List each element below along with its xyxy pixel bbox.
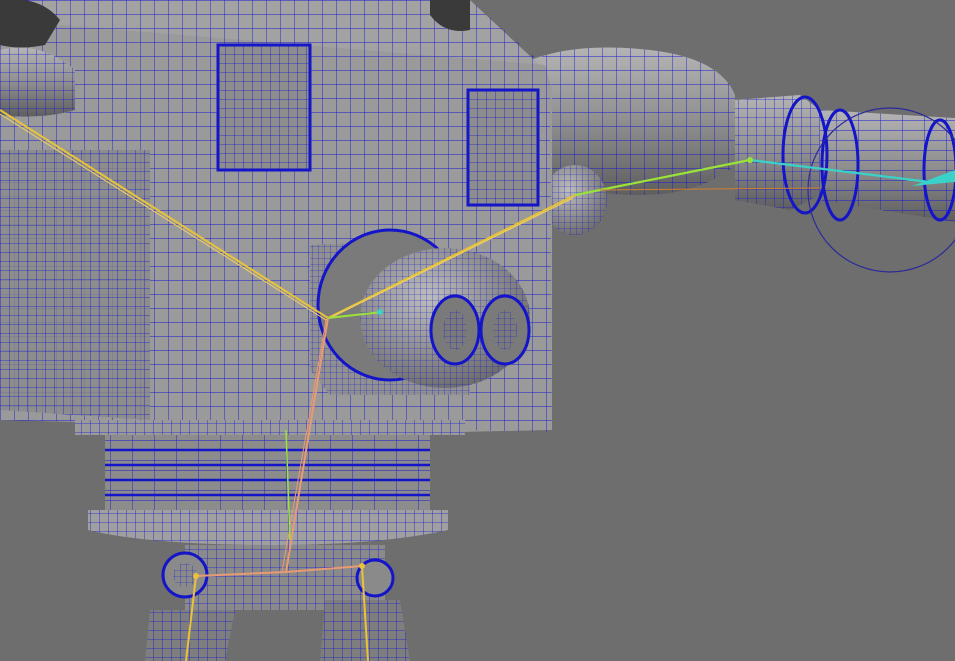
- shoulder-joint-mesh[interactable]: [543, 165, 607, 235]
- 3d-viewport[interactable]: [0, 0, 955, 661]
- arm-mesh[interactable]: [510, 47, 955, 273]
- base-mesh[interactable]: [75, 420, 465, 661]
- scene-canvas[interactable]: [0, 0, 955, 661]
